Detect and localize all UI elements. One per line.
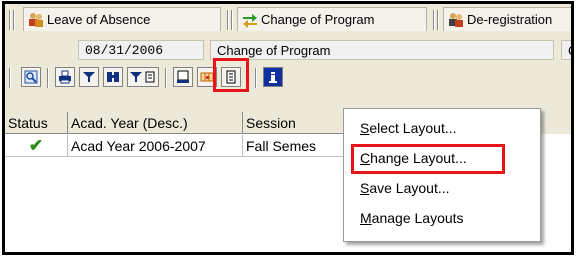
toolbar-separator [255, 68, 256, 88]
filter-button[interactable] [79, 67, 99, 87]
tab-strip: Leave of Absence Change of Program De-re… [5, 4, 571, 34]
tab-separator [437, 10, 438, 30]
info-icon [269, 72, 277, 83]
find-icon [107, 72, 119, 82]
menu-item-select-layout[interactable]: Select Layout... [360, 117, 457, 139]
checkmark-icon: ✔ [28, 136, 44, 155]
menu-item-save-layout[interactable]: Save Layout... [360, 177, 450, 199]
details-icon [24, 70, 38, 84]
truncated-field[interactable]: C [561, 40, 571, 60]
toolbar-separator [9, 68, 10, 88]
description-field[interactable]: Change of Program [210, 40, 554, 60]
tab-label: Leave of Absence [47, 12, 151, 27]
set-filter-icon [130, 71, 155, 83]
tab-separator [231, 10, 232, 30]
toolbar-separator [165, 68, 166, 88]
filter-icon [83, 72, 95, 82]
tab-leave-of-absence[interactable]: Leave of Absence [23, 7, 221, 31]
layout-button-highlight [213, 58, 249, 92]
sap-window: Leave of Absence Change of Program De-re… [2, 1, 574, 255]
table-row-status[interactable]: ✔ [5, 135, 68, 157]
people-icon [28, 12, 44, 28]
info-button[interactable] [263, 67, 283, 87]
tab-separator [9, 10, 10, 30]
tab-separator [13, 10, 14, 30]
find-button[interactable] [103, 67, 123, 87]
table-cell-acad-year[interactable]: Acad Year 2006-2007 [68, 135, 243, 157]
tab-label: Change of Program [261, 12, 375, 27]
tab-de-registration[interactable]: De-registration [443, 7, 571, 31]
local-file-icon [177, 70, 189, 83]
print-icon [59, 70, 71, 84]
column-header-acad-year[interactable]: Acad. Year (Desc.) [68, 112, 243, 134]
tab-separator [433, 10, 434, 30]
print-button[interactable] [55, 67, 75, 87]
tab-label: De-registration [467, 12, 553, 27]
local-file-button[interactable] [173, 67, 193, 87]
people-remove-icon [448, 12, 464, 28]
column-header-status[interactable]: Status [5, 112, 68, 134]
arrows-icon [242, 12, 258, 28]
tab-change-of-program[interactable]: Change of Program [237, 7, 427, 31]
menu-item-manage-layouts[interactable]: Manage Layouts [360, 207, 464, 229]
spreadsheet-icon [200, 72, 214, 82]
set-filter-button[interactable] [127, 67, 159, 87]
info-row: 08/31/2006 Change of Program C [5, 34, 571, 64]
change-layout-highlight [351, 144, 505, 174]
toolbar [5, 58, 571, 92]
date-field[interactable]: 08/31/2006 [78, 40, 204, 60]
tab-separator [227, 10, 228, 30]
toolbar-separator [47, 68, 48, 88]
details-button[interactable] [21, 67, 41, 87]
layout-context-menu: Select Layout... Change Layout... Save L… [343, 108, 541, 242]
